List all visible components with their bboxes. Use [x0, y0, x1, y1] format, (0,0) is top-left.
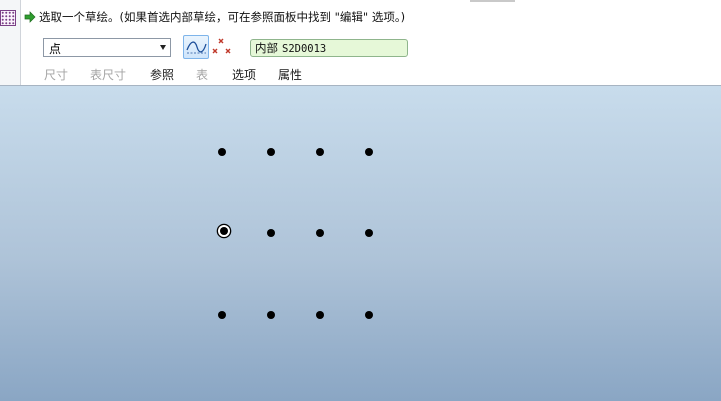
sketch-point[interactable] [365, 311, 373, 319]
tab-table-dimensions[interactable]: 表尺寸 [90, 66, 126, 83]
sketch-tool-strip [0, 0, 21, 85]
prompt-text: 选取一个草绘。(如果首选内部草绘，可在参照面板中找到 "编辑" 选项。) [39, 10, 406, 24]
sketch-point[interactable] [267, 148, 275, 156]
sketch-point[interactable] [218, 311, 226, 319]
chevron-down-icon[interactable] [160, 45, 166, 50]
sketch-point[interactable] [267, 311, 275, 319]
cross-points-icon [212, 37, 232, 57]
panel-top-divider [470, 0, 515, 2]
spline-curve-icon [184, 36, 208, 58]
tab-references[interactable]: 参照 [150, 66, 174, 83]
sketch-point[interactable] [365, 148, 373, 156]
green-arrow-icon [24, 11, 36, 23]
tab-table[interactable]: 表 [196, 66, 208, 83]
point-type-select-value: 点 [49, 42, 62, 56]
tab-options[interactable]: 选项 [232, 66, 256, 83]
sketch-point[interactable] [316, 148, 324, 156]
grid-sketch-icon[interactable] [0, 10, 16, 26]
tab-dimensions[interactable]: 尺寸 [44, 66, 68, 83]
point-tool-button[interactable] [212, 37, 232, 57]
spline-tool-button[interactable] [183, 35, 209, 59]
message-prompt: 选取一个草绘。(如果首选内部草绘，可在参照面板中找到 "编辑" 选项。) [24, 9, 405, 25]
feature-dashboard: 选取一个草绘。(如果首选内部草绘，可在参照面板中找到 "编辑" 选项。) 点 内… [0, 0, 721, 86]
sketch-point[interactable] [218, 148, 226, 156]
sketch-reference-field[interactable]: 内部 S2D0013 [250, 39, 408, 57]
sketch-field-value: S2D0013 [282, 43, 327, 55]
tab-properties[interactable]: 属性 [278, 66, 302, 83]
sketch-point[interactable] [267, 229, 275, 237]
sketch-point[interactable] [316, 229, 324, 237]
sketch-point[interactable] [365, 229, 373, 237]
graphics-canvas[interactable] [0, 86, 721, 401]
sketch-point[interactable] [316, 311, 324, 319]
sketch-field-label: 内部 [255, 41, 278, 55]
point-type-select[interactable]: 点 [43, 38, 171, 57]
sketch-point-selected[interactable] [220, 227, 228, 235]
